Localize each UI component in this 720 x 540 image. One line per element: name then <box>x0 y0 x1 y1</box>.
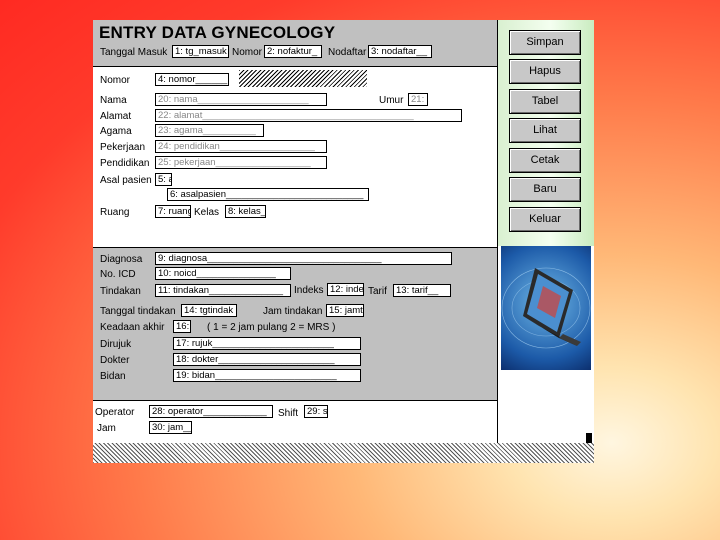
bidan-label: Bidan <box>100 371 126 382</box>
tindakan-field[interactable]: 11: tindakan______________ <box>155 284 291 297</box>
tabel-button[interactable]: Tabel <box>509 89 581 114</box>
form-header: ENTRY DATA GYNECOLOGY Tanggal Masuk 1: t… <box>93 20 498 67</box>
keadaan-hint: ( 1 = 2 jam pulang 2 = MRS ) <box>207 322 336 333</box>
nodaftar-field[interactable]: 3: nodaftar__ <box>368 45 432 58</box>
asal-pasien-label: Asal pasien <box>100 175 152 186</box>
nomor-field[interactable]: 4: nomor______ <box>155 73 229 86</box>
hapus-button[interactable]: Hapus <box>509 59 581 84</box>
simpan-button[interactable]: Simpan <box>509 30 581 55</box>
pekerjaan-label: Pekerjaan <box>100 142 146 153</box>
operator-label: Operator <box>95 407 135 418</box>
operator-field[interactable]: 28: operator____________ <box>149 405 273 418</box>
tindakan-label: Tindakan <box>100 286 141 297</box>
jam-field[interactable]: 30: jam__ <box>149 421 192 434</box>
jam-tindakan-field[interactable]: 15: jamt <box>326 304 364 317</box>
tanggal-masuk-field[interactable]: 1: tg_masuk <box>172 45 229 58</box>
keluar-button[interactable]: Keluar <box>509 207 581 232</box>
icd-label: No. ICD <box>100 269 136 280</box>
tanggal-tindakan-label: Tanggal tindakan <box>100 306 176 317</box>
bidan-field[interactable]: 19: bidan_______________________ <box>173 369 361 382</box>
pendidikan-label: Pendidikan <box>100 158 150 169</box>
kelas-field[interactable]: 8: kelas_ <box>225 205 266 218</box>
jam-label: Jam <box>97 423 116 434</box>
dokter-field[interactable]: 18: dokter______________________ <box>173 353 361 366</box>
jam-tindakan-label: Jam tindakan <box>263 306 323 317</box>
dirujuk-field[interactable]: 17: rujuk_______________________ <box>173 337 361 350</box>
umur-field[interactable]: 21: <box>408 93 428 106</box>
lihat-button[interactable]: Lihat <box>509 118 581 143</box>
asalpasien-field[interactable]: 6: asalpasien__________________________ <box>167 188 369 201</box>
nodaftar-label: Nodaftar <box>328 47 367 58</box>
tarif-label: Tarif <box>368 286 387 297</box>
pendidikan-field[interactable]: 25: pekerjaan__________________ <box>155 156 327 169</box>
bottom-hatched-strip <box>93 443 594 463</box>
tarif-field[interactable]: 13: tarif__ <box>393 284 451 297</box>
pekerjaan-field[interactable]: 24: pendidikan__________________ <box>155 140 327 153</box>
alamat-field[interactable]: 22: alamat______________________________… <box>155 109 462 122</box>
laptop-icon <box>501 267 591 349</box>
diagnosa-field[interactable]: 9: diagnosa_____________________________… <box>155 252 452 265</box>
nama-label: Nama <box>100 95 127 106</box>
icd-field[interactable]: 10: noicd_______________ <box>155 267 291 280</box>
nomor-label: Nomor <box>100 75 131 86</box>
form-title: ENTRY DATA GYNECOLOGY <box>99 23 336 42</box>
resize-grip[interactable] <box>586 433 592 443</box>
laptop-illustration <box>501 246 591 370</box>
ruang-field[interactable]: 7: ruang <box>155 205 191 218</box>
indeks-label: Indeks <box>294 285 324 296</box>
alamat-label: Alamat <box>100 111 132 122</box>
kelas-label: Kelas <box>194 207 220 218</box>
diagnosa-label: Diagnosa <box>100 254 143 265</box>
agama-label: Agama <box>100 126 132 137</box>
diagnosis-panel: Diagnosa 9: diagnosa____________________… <box>93 247 498 401</box>
shift-field[interactable]: 29: s <box>304 405 328 418</box>
nomor-header-label: Nomor <box>232 47 263 58</box>
nama-field[interactable]: 20: nama_____________________ <box>155 93 327 106</box>
baru-button[interactable]: Baru <box>509 177 581 202</box>
entry-form-window: ENTRY DATA GYNECOLOGY Tanggal Masuk 1: t… <box>93 20 594 463</box>
ruang-label: Ruang <box>100 207 130 218</box>
hatched-placeholder <box>239 70 367 87</box>
nofaktur-field[interactable]: 2: nofaktur_ <box>264 45 322 58</box>
keadaan-akhir-field[interactable]: 16: <box>173 320 191 333</box>
cetak-button[interactable]: Cetak <box>509 148 581 173</box>
keadaan-akhir-label: Keadaan akhir <box>100 322 165 333</box>
indeks-field[interactable]: 12: inde <box>327 283 364 296</box>
umur-label: Umur <box>379 95 404 106</box>
dirujuk-label: Dirujuk <box>100 339 132 350</box>
agama-field[interactable]: 23: agama__________ <box>155 124 264 137</box>
tanggal-masuk-label: Tanggal Masuk <box>100 47 168 58</box>
asal-code-field[interactable]: 5: a <box>155 173 172 186</box>
tanggal-tindakan-field[interactable]: 14: tgtindak <box>181 304 237 317</box>
shift-label: Shift <box>278 408 299 419</box>
dokter-label: Dokter <box>100 355 130 366</box>
